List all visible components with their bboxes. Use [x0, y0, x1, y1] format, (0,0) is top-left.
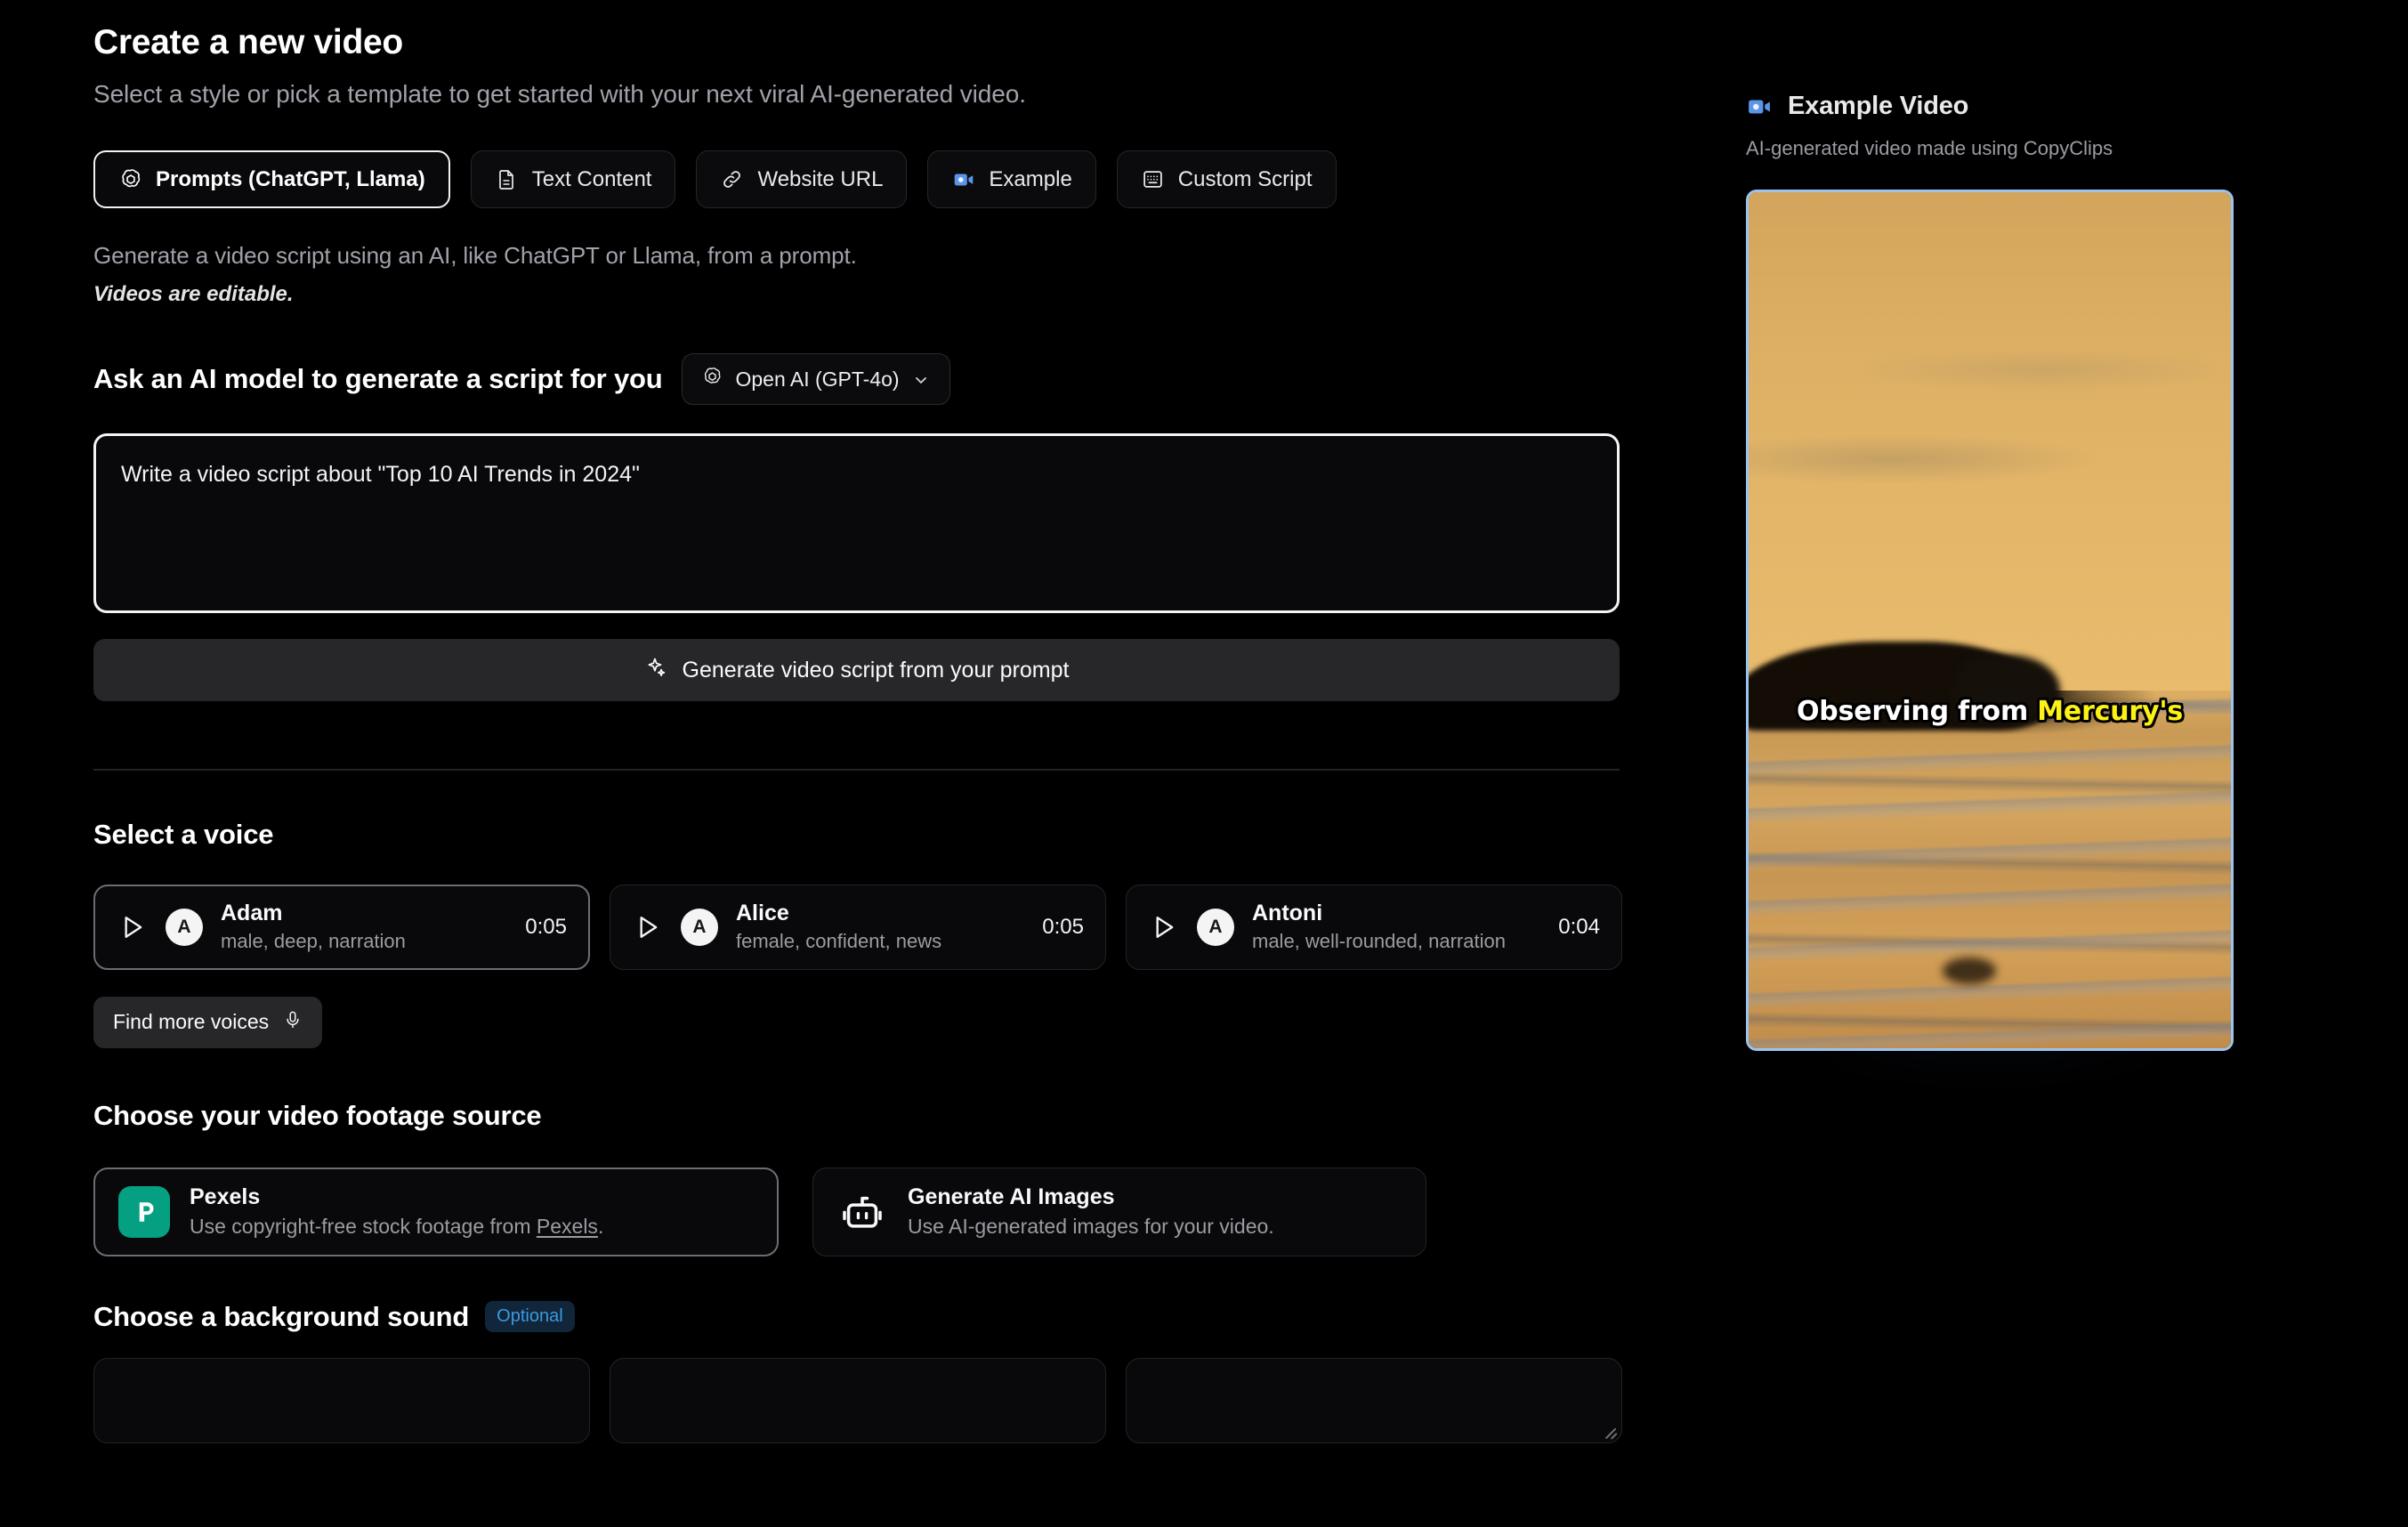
example-video-preview-wrapper: Observing from Mercury's — [1746, 190, 2234, 1053]
background-sound-title: Choose a background sound — [93, 1300, 470, 1332]
background-sound-card-list — [93, 1357, 1624, 1443]
find-more-voices-button[interactable]: Find more voices — [93, 996, 323, 1048]
voice-name: Adam — [221, 900, 283, 925]
tab-website-url[interactable]: Website URL — [696, 150, 908, 208]
example-video-subtitle: AI-generated video made using CopyClips — [1746, 137, 2113, 159]
background-sound-section: Choose a background sound Optional — [93, 1301, 1624, 1443]
ask-model-row: Ask an AI model to generate a script for… — [93, 353, 1624, 405]
tab-custom-script[interactable]: Custom Script — [1116, 150, 1337, 208]
voice-card-alice[interactable]: A Alice female, confident, news 0:05 — [610, 884, 1106, 970]
footage-section: Choose your video footage source Pexels … — [93, 1100, 1624, 1256]
main-form-column: Create a new video Select a style or pic… — [93, 0, 1624, 1443]
voice-duration: 0:04 — [1558, 914, 1600, 939]
tab-text-content[interactable]: Text Content — [470, 150, 676, 208]
pexels-logo-icon — [118, 1185, 170, 1238]
link-icon — [720, 167, 744, 191]
video-camera-icon — [951, 167, 975, 191]
voice-card-antoni[interactable]: A Antoni male, well-rounded, narration 0… — [1126, 884, 1622, 970]
voice-duration: 0:05 — [525, 914, 567, 939]
voice-name: Antoni — [1252, 900, 1323, 925]
tab-prompts-label: Prompts (ChatGPT, Llama) — [156, 166, 425, 191]
prompt-textarea-wrapper — [93, 433, 1624, 618]
avatar: A — [166, 908, 203, 946]
background-sound-card[interactable] — [1126, 1357, 1622, 1443]
voice-card-list: A Adam male, deep, narration 0:05 A Alic… — [93, 884, 1624, 970]
example-video-title: Example Video — [1788, 92, 1969, 120]
video-water-spot — [1943, 957, 1996, 984]
play-icon[interactable] — [115, 910, 149, 944]
example-video-panel: Example Video AI-generated video made us… — [1746, 0, 2315, 1053]
page-title: Create a new video — [93, 23, 403, 61]
prompt-hint: Generate a video script using an AI, lik… — [93, 242, 857, 269]
generate-script-button-label: Generate video script from your prompt — [682, 657, 1070, 683]
footage-card-desc: Use AI-generated images for your video. — [908, 1214, 1274, 1238]
video-caption-highlight: Mercury's — [2037, 696, 2183, 727]
prompt-input[interactable] — [93, 433, 1620, 613]
pexels-link[interactable]: Pexels — [537, 1215, 598, 1238]
footage-card-title: Generate AI Images — [908, 1184, 1115, 1209]
voice-duration: 0:05 — [1042, 914, 1084, 939]
document-icon — [495, 167, 519, 191]
footage-card-ai-images-text: Generate AI Images Use AI-generated imag… — [908, 1184, 1274, 1240]
background-sound-card[interactable] — [610, 1357, 1106, 1443]
tab-example-label: Example — [989, 166, 1072, 191]
source-type-tabs: Prompts (ChatGPT, Llama) Text Content We… — [93, 150, 1624, 208]
background-sound-heading-row: Choose a background sound Optional — [93, 1301, 1624, 1333]
ask-model-title: Ask an AI model to generate a script for… — [93, 363, 663, 394]
tab-prompts[interactable]: Prompts (ChatGPT, Llama) — [93, 150, 450, 208]
footage-card-desc: Use copyright-free stock footage from Pe… — [190, 1214, 603, 1240]
tab-text-content-label: Text Content — [531, 166, 652, 191]
generate-script-button[interactable]: Generate video script from your prompt — [93, 639, 1620, 701]
openai-icon — [118, 167, 142, 191]
tab-example[interactable]: Example — [927, 150, 1096, 208]
voice-info: Antoni male, well-rounded, narration — [1252, 901, 1547, 953]
footage-card-pexels-text: Pexels Use copyright-free stock footage … — [190, 1184, 603, 1240]
openai-icon-small — [702, 367, 723, 392]
avatar: A — [1197, 908, 1234, 946]
voice-desc: male, well-rounded, narration — [1252, 929, 1506, 952]
video-sky-layer — [1749, 192, 2231, 691]
voice-info: Adam male, deep, narration — [221, 901, 514, 953]
play-icon[interactable] — [1146, 910, 1180, 944]
section-divider — [93, 769, 1620, 771]
video-caption-white: Observing from — [1797, 696, 2029, 727]
ai-model-select[interactable]: Open AI (GPT-4o) — [682, 353, 950, 405]
optional-badge: Optional — [485, 1301, 575, 1332]
video-caption: Observing from Mercury's — [1749, 696, 2231, 727]
voice-section: Select a voice A Adam male, deep, narrat… — [93, 819, 1624, 1048]
find-more-voices-label: Find more voices — [113, 1010, 270, 1033]
voice-info: Alice female, confident, news — [736, 901, 1031, 953]
footage-card-ai-images[interactable]: Generate AI Images Use AI-generated imag… — [812, 1167, 1426, 1256]
keyboard-icon — [1141, 167, 1165, 191]
footage-desc-before: Use copyright-free stock footage from — [190, 1214, 537, 1238]
footage-section-title: Choose your video footage source — [93, 1099, 542, 1131]
page-subtitle: Select a style or pick a template to get… — [93, 80, 1026, 108]
chevron-down-icon — [912, 370, 930, 388]
voice-card-adam[interactable]: A Adam male, deep, narration 0:05 — [93, 884, 590, 970]
video-camera-icon — [1746, 93, 1773, 120]
background-sound-card[interactable] — [93, 1357, 590, 1443]
sparkles-icon — [644, 656, 667, 685]
example-video-player[interactable]: Observing from Mercury's — [1746, 190, 2234, 1051]
voice-name: Alice — [736, 900, 789, 925]
avatar: A — [681, 908, 718, 946]
microphone-icon — [283, 1010, 303, 1035]
prompt-hint-emphasis: Videos are editable. — [93, 282, 294, 306]
robot-icon — [836, 1186, 888, 1238]
tab-custom-script-label: Custom Script — [1177, 166, 1313, 191]
tab-website-url-label: Website URL — [757, 166, 884, 191]
voice-desc: female, confident, news — [736, 929, 942, 952]
footage-card-title: Pexels — [190, 1184, 261, 1209]
create-video-page: Create a new video Select a style or pic… — [0, 0, 2408, 1527]
footage-card-pexels[interactable]: Pexels Use copyright-free stock footage … — [93, 1167, 779, 1256]
voice-section-title: Select a voice — [93, 818, 274, 850]
example-video-header: Example Video — [1746, 92, 2315, 121]
footage-desc-after: . — [597, 1214, 604, 1238]
ai-model-value: Open AI (GPT-4o) — [735, 367, 900, 391]
voice-desc: male, deep, narration — [221, 929, 406, 952]
footage-card-list: Pexels Use copyright-free stock footage … — [93, 1167, 1624, 1256]
play-icon[interactable] — [630, 910, 664, 944]
